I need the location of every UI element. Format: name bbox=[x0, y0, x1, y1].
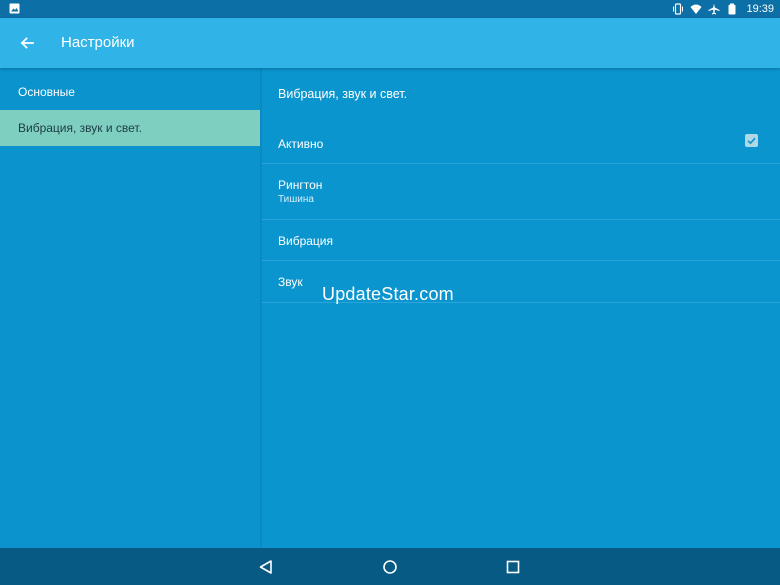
navigation-bar bbox=[0, 548, 780, 585]
pref-sound-title: Звук bbox=[278, 275, 303, 289]
pref-active[interactable]: Активно bbox=[262, 123, 780, 164]
active-checkbox[interactable] bbox=[745, 134, 758, 147]
pref-ringtone[interactable]: Рингтон Тишина bbox=[262, 164, 780, 220]
back-triangle-icon[interactable] bbox=[256, 557, 276, 577]
pref-ringtone-title: Рингтон bbox=[278, 178, 323, 192]
status-icons: 19:39 bbox=[672, 1, 774, 17]
checkmark-icon bbox=[747, 137, 756, 145]
battery-icon bbox=[728, 3, 736, 15]
section-title: Вибрация, звук и свет. bbox=[278, 87, 408, 101]
airplane-icon bbox=[708, 3, 720, 15]
pref-vibration[interactable]: Вибрация bbox=[262, 220, 780, 261]
sidebar-item-label: Вибрация, звук и свет. bbox=[18, 121, 142, 135]
watermark: UpdateStar.com bbox=[322, 284, 454, 304]
sidebar-item-vibration-sound-light[interactable]: Вибрация, звук и свет. bbox=[0, 110, 260, 146]
image-notification-icon bbox=[9, 3, 20, 14]
pref-ringtone-summary: Тишина bbox=[278, 194, 314, 205]
app-bar: Настройки bbox=[0, 18, 780, 68]
sidebar-item-label: Основные bbox=[18, 85, 75, 99]
clock: 19:39 bbox=[746, 3, 774, 15]
status-bar: 19:39 bbox=[0, 0, 780, 18]
arrow-back-icon[interactable] bbox=[16, 32, 38, 54]
sidebar-item-general[interactable]: Основные bbox=[0, 74, 260, 110]
pref-vibration-title: Вибрация bbox=[278, 234, 334, 248]
pref-active-title: Активно bbox=[278, 137, 324, 151]
wifi-icon bbox=[690, 4, 702, 14]
page-title: Настройки bbox=[61, 34, 135, 51]
settings-detail: Вибрация, звук и свет. Активно Рингтон Т… bbox=[262, 68, 780, 548]
home-circle-icon[interactable] bbox=[380, 557, 400, 577]
settings-sidebar: Основные Вибрация, звук и свет. bbox=[0, 68, 260, 548]
recents-square-icon[interactable] bbox=[503, 557, 523, 577]
vibrate-icon bbox=[673, 3, 684, 15]
